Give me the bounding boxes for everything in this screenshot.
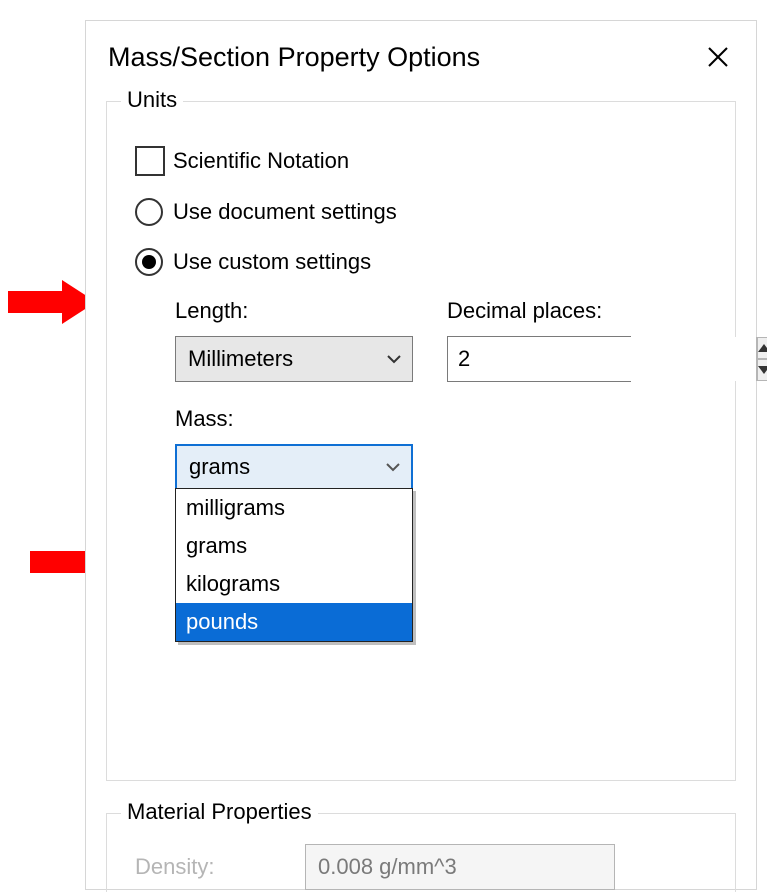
decimal-places-down-button[interactable] <box>757 359 767 381</box>
chevron-down-icon <box>386 351 402 367</box>
mass-option-kilograms[interactable]: kilograms <box>176 565 412 603</box>
mass-dropdown-list: milligrams grams kilograms pounds <box>175 488 413 642</box>
dialog-title: Mass/Section Property Options <box>108 42 480 73</box>
mass-option-grams[interactable]: grams <box>176 527 412 565</box>
mass-select[interactable]: grams <box>175 444 413 490</box>
material-properties-legend: Material Properties <box>121 799 318 825</box>
triangle-up-icon <box>758 344 767 352</box>
decimal-places-up-button[interactable] <box>757 337 767 359</box>
decimal-places-input[interactable] <box>448 337 756 381</box>
decimal-places-label: Decimal places: <box>447 298 631 324</box>
scientific-notation-checkbox[interactable] <box>135 146 165 176</box>
titlebar: Mass/Section Property Options <box>86 21 756 93</box>
use-document-settings-radio[interactable] <box>135 198 163 226</box>
units-legend: Units <box>121 87 183 113</box>
length-label: Length: <box>175 298 413 324</box>
mass-select-value: grams <box>189 454 250 480</box>
density-value: 0.008 g/mm^3 <box>318 854 457 880</box>
mass-option-milligrams[interactable]: milligrams <box>176 489 412 527</box>
scientific-notation-label: Scientific Notation <box>173 148 349 174</box>
decimal-places-spinner[interactable] <box>447 336 631 382</box>
use-document-settings-label: Use document settings <box>173 199 397 225</box>
chevron-down-icon <box>385 459 401 475</box>
length-select-value: Millimeters <box>188 346 293 372</box>
radio-selected-dot-icon <box>142 255 156 269</box>
material-properties-group: Material Properties Density: 0.008 g/mm^… <box>106 813 736 892</box>
triangle-down-icon <box>758 366 767 374</box>
close-icon <box>706 45 730 69</box>
use-custom-settings-label: Use custom settings <box>173 249 371 275</box>
use-custom-settings-radio[interactable] <box>135 248 163 276</box>
length-select[interactable]: Millimeters <box>175 336 413 382</box>
mass-label: Mass: <box>175 406 707 432</box>
mass-option-pounds[interactable]: pounds <box>176 603 412 641</box>
close-button[interactable] <box>696 35 740 79</box>
annotation-arrow-custom-settings <box>8 280 96 324</box>
density-field: 0.008 g/mm^3 <box>305 844 615 890</box>
mass-section-property-options-dialog: Mass/Section Property Options Units Scie… <box>85 20 757 890</box>
density-label: Density: <box>135 854 265 880</box>
units-group: Units Scientific Notation Use document s… <box>106 101 736 781</box>
